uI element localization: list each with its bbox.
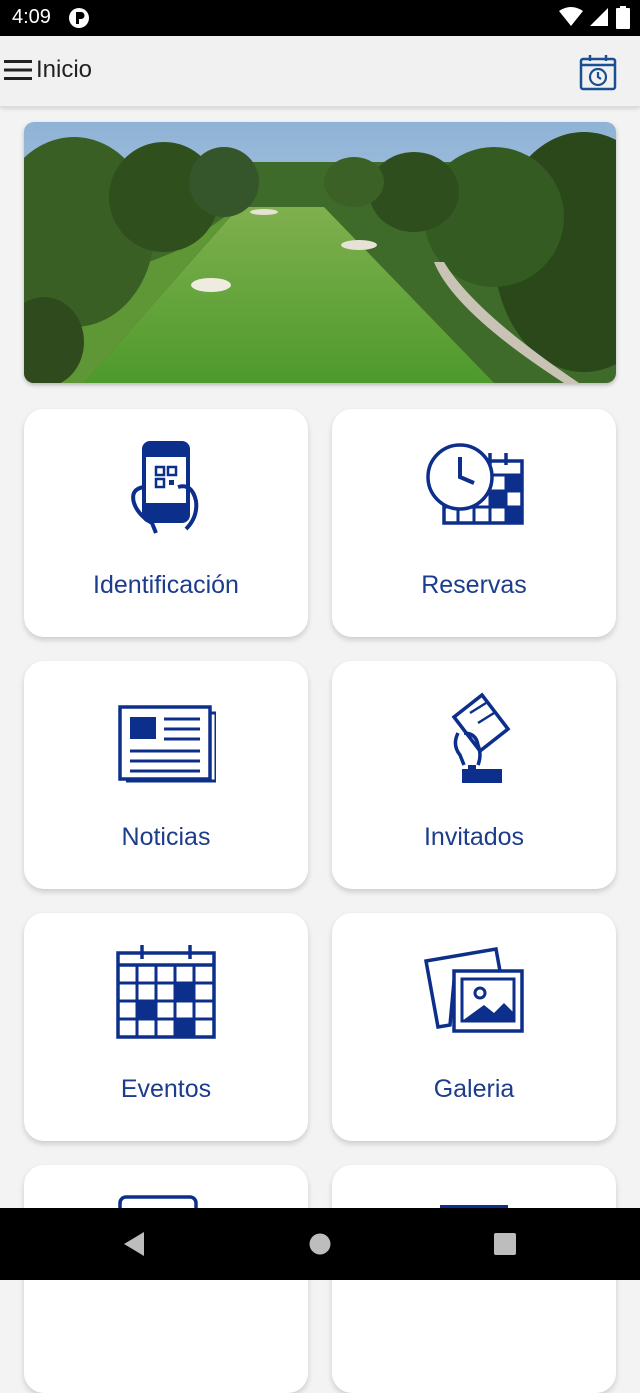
tile-reservas[interactable]: Reservas <box>332 409 616 637</box>
home-icon[interactable] <box>309 1233 331 1255</box>
app-bar: Inicio <box>0 36 640 107</box>
hand-card-icon <box>451 692 511 783</box>
status-icons <box>557 6 630 30</box>
nav-bar <box>0 1208 640 1280</box>
tile-label: Identificación <box>93 571 239 599</box>
tile-invitados[interactable]: Invitados <box>332 661 616 889</box>
tile-label: Invitados <box>423 823 525 851</box>
signal-icon <box>589 8 608 26</box>
app-notification-icon <box>69 8 89 28</box>
back-icon[interactable] <box>122 1232 146 1256</box>
status-bar: 4:09 <box>0 0 640 36</box>
tile-eventos[interactable]: Eventos <box>24 913 308 1141</box>
status-time: 4:09 <box>12 6 51 28</box>
battery-icon <box>616 6 630 29</box>
tile-identificacion[interactable]: Identificación <box>24 409 308 637</box>
tile-label: Eventos <box>120 1075 212 1103</box>
calendar-clock-icon[interactable] <box>578 52 618 92</box>
phone-qr-icon <box>131 441 199 534</box>
gallery-icon <box>424 946 524 1033</box>
calendar-icon <box>116 945 216 1039</box>
tile-label: Reservas <box>421 571 527 599</box>
tile-noticias[interactable]: Noticias <box>24 661 308 889</box>
newspaper-icon <box>118 705 216 783</box>
tile-label: Noticias <box>121 823 211 851</box>
recents-icon[interactable] <box>494 1233 516 1255</box>
hero-image <box>24 122 616 383</box>
page-title: Inicio <box>36 56 93 83</box>
tile-label: Galeria <box>433 1075 515 1103</box>
wifi-icon <box>559 7 584 26</box>
menu-icon[interactable] <box>4 59 32 81</box>
golf-course-image <box>24 122 616 383</box>
clock-calendar-icon <box>426 443 524 525</box>
tile-galeria[interactable]: Galeria <box>332 913 616 1141</box>
